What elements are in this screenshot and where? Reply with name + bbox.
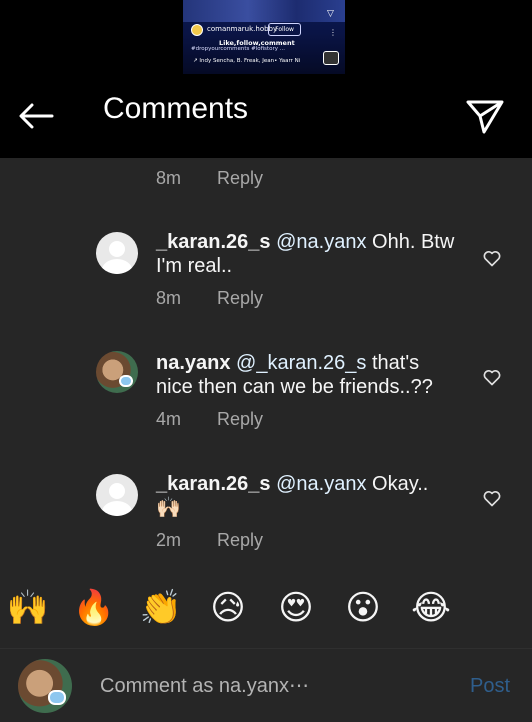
thumbnail-username: comanmaruk.hobby xyxy=(207,25,278,33)
comment-meta: 8m Reply xyxy=(156,288,263,309)
comment-mention[interactable]: @_karan.26_s xyxy=(236,352,366,374)
thumbnail-avatar xyxy=(191,24,203,36)
reply-button[interactable]: Reply xyxy=(217,530,263,550)
surprised-emoji[interactable]: 😮 xyxy=(341,586,385,630)
comment-time: 8m xyxy=(156,288,182,308)
comment-text: na.yanx @_karan.26_s that's nice then ca… xyxy=(156,351,456,399)
reply-button[interactable]: Reply xyxy=(217,288,263,308)
laughing-emoji[interactable]: 😂 xyxy=(409,586,453,630)
thumbnail-sky xyxy=(183,0,345,22)
comment-text: _karan.26_s @na.yanx Ohh. Btw I'm real.. xyxy=(156,230,456,278)
more-icon: ⋮ xyxy=(329,28,337,37)
back-button[interactable] xyxy=(16,100,56,132)
sad-emoji[interactable]: 😥 xyxy=(206,586,250,630)
comment-time: 8m xyxy=(156,168,182,188)
heart-icon[interactable] xyxy=(482,248,502,268)
comment-username[interactable]: na.yanx xyxy=(156,352,230,374)
post-thumbnail[interactable]: ▽ comanmaruk.hobby Follow ⋮ Like,follow,… xyxy=(183,0,345,74)
emoji-bar: 🙌 🔥 👏 😥 😍 😮 😂 xyxy=(0,586,532,634)
comment-mention[interactable]: @na.yanx xyxy=(276,473,366,495)
comment-text: _karan.26_s @na.yanx Okay.. 🙌🏻 xyxy=(156,472,456,520)
comment-mention[interactable]: @na.yanx xyxy=(276,231,366,253)
clapping-emoji[interactable]: 👏 xyxy=(139,586,183,630)
audio-icon xyxy=(323,51,339,65)
share-button[interactable] xyxy=(464,96,506,136)
heart-icon[interactable] xyxy=(482,367,502,387)
top-bar: ▽ comanmaruk.hobby Follow ⋮ Like,follow,… xyxy=(0,0,532,158)
reply-button[interactable]: Reply xyxy=(217,409,263,429)
avatar[interactable] xyxy=(96,474,138,516)
comments-header: Comments xyxy=(0,82,532,150)
send-icon: ▽ xyxy=(327,9,334,19)
thumbnail-music: ↗ Indy Sencha, B. Freak, Jean• Yaarr Ni xyxy=(193,58,301,64)
avatar[interactable] xyxy=(96,232,138,274)
comment-meta: 4m Reply xyxy=(156,409,263,430)
comment-username[interactable]: _karan.26_s xyxy=(156,473,271,495)
thumbnail-tags: #dropyourcomments #lofistory ... xyxy=(191,46,285,52)
raising-hands-emoji[interactable]: 🙌 xyxy=(6,586,50,630)
page-title: Comments xyxy=(103,92,249,125)
comment-list: 8m Reply _karan.26_s @na.yanx Ohh. Btw I… xyxy=(0,158,532,578)
comment-time: 2m xyxy=(156,530,182,550)
comment-time: 4m xyxy=(156,409,182,429)
reply-button[interactable]: Reply xyxy=(217,168,263,188)
thumbnail-follow-button: Follow xyxy=(268,23,301,36)
heart-eyes-emoji[interactable]: 😍 xyxy=(274,586,318,630)
comment-composer: Post xyxy=(0,648,532,722)
paper-plane-icon xyxy=(466,100,504,134)
fire-emoji[interactable]: 🔥 xyxy=(72,586,116,630)
heart-icon[interactable] xyxy=(482,488,502,508)
post-button[interactable]: Post xyxy=(470,675,510,698)
back-arrow-icon xyxy=(19,103,54,129)
avatar xyxy=(18,659,72,713)
comment-username[interactable]: _karan.26_s xyxy=(156,231,271,253)
avatar[interactable] xyxy=(96,351,138,393)
comment-meta: 8m Reply xyxy=(156,168,263,189)
comment-input[interactable] xyxy=(100,669,430,703)
comment-meta: 2m Reply xyxy=(156,530,263,551)
